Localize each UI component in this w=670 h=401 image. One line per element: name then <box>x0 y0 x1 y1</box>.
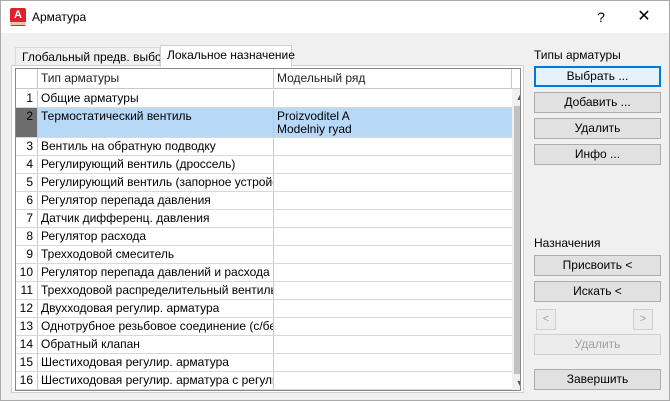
cell-model-series[interactable] <box>274 156 512 173</box>
cell-model-series[interactable] <box>274 282 512 299</box>
cell-model-series[interactable] <box>274 318 512 335</box>
cell-model-series[interactable] <box>274 90 512 107</box>
window-title: Арматура <box>32 10 87 24</box>
row-number: 8 <box>16 228 38 245</box>
row-number: 5 <box>16 174 38 191</box>
fitting-types-label: Типы арматуры <box>534 48 621 62</box>
next-arrow-button[interactable]: > <box>633 309 653 330</box>
cell-fitting-type[interactable]: Двухходовая регулир. арматура <box>38 300 274 317</box>
fittings-grid: Тип арматуры Модельный ряд 1 Общие армат… <box>15 68 521 391</box>
table-row[interactable]: 4 Регулирующий вентиль (дроссель) <box>16 156 512 174</box>
table-row[interactable]: 7 Датчик дифференц. давления <box>16 210 512 228</box>
assignments-label: Назначения <box>534 236 601 250</box>
cell-model-series[interactable] <box>274 192 512 209</box>
header-fitting-type[interactable]: Тип арматуры <box>38 69 274 89</box>
finish-button[interactable]: Завершить <box>534 369 661 390</box>
select-button[interactable]: Выбрать ... <box>534 66 661 87</box>
autocad-app-icon: A <box>10 8 26 26</box>
table-row[interactable]: 1 Общие арматуры <box>16 90 512 108</box>
title-bar: A Арматура ? ✕ <box>1 1 669 33</box>
table-row[interactable]: 5 Регулирующий вентиль (запорное устройс… <box>16 174 512 192</box>
cell-model-series[interactable] <box>274 228 512 245</box>
cell-fitting-type[interactable]: Регулятор перепада давлений и расхода <box>38 264 274 281</box>
prev-arrow-button[interactable]: < <box>536 309 556 330</box>
cell-fitting-type[interactable]: Шестиходовая регулир. арматура с регулир… <box>38 372 274 389</box>
cell-fitting-type[interactable]: Термостатический вентиль <box>38 108 274 137</box>
cell-fitting-type[interactable]: Вентиль на обратную подводку <box>38 138 274 155</box>
row-number: 11 <box>16 282 38 299</box>
table-row[interactable]: 8 Регулятор расхода <box>16 228 512 246</box>
cell-model-series[interactable]: Proizvoditel A Modelniy ryad <box>274 108 512 137</box>
cell-model-series[interactable] <box>274 138 512 155</box>
tab-panel: Тип арматуры Модельный ряд 1 Общие армат… <box>11 65 524 393</box>
cell-fitting-type[interactable]: Шестиходовая регулир. арматура <box>38 354 274 371</box>
grid-header: Тип арматуры Модельный ряд <box>16 69 520 89</box>
row-number: 6 <box>16 192 38 209</box>
vertical-scrollbar[interactable]: ▲ ▼ <box>512 89 520 390</box>
table-row[interactable]: 3 Вентиль на обратную подводку <box>16 138 512 156</box>
row-number: 2 <box>16 108 38 137</box>
model-series-name: Modelniy ryad <box>277 122 352 136</box>
cell-fitting-type[interactable]: Регулирующий вентиль (запорное устройст.… <box>38 174 274 191</box>
add-button[interactable]: Добавить ... <box>534 92 661 113</box>
scroll-thumb[interactable] <box>514 106 520 374</box>
info-button[interactable]: Инфо ... <box>534 144 661 165</box>
scroll-down-icon[interactable]: ▼ <box>512 375 520 390</box>
header-model-series[interactable]: Модельный ряд <box>274 69 512 89</box>
help-button[interactable]: ? <box>586 7 616 27</box>
row-number: 10 <box>16 264 38 281</box>
cell-model-series[interactable] <box>274 210 512 227</box>
row-number: 7 <box>16 210 38 227</box>
table-row[interactable]: 9 Трехходовой смеситель <box>16 246 512 264</box>
cell-fitting-type[interactable]: Датчик дифференц. давления <box>38 210 274 227</box>
table-row[interactable]: 12 Двухходовая регулир. арматура <box>16 300 512 318</box>
assign-button[interactable]: Присвоить < <box>534 255 661 276</box>
cell-model-series[interactable] <box>274 174 512 191</box>
cell-model-series[interactable] <box>274 372 512 389</box>
table-row[interactable]: 10 Регулятор перепада давлений и расхода <box>16 264 512 282</box>
tab-local-assignment[interactable]: Локальное назначение <box>160 45 295 67</box>
table-row[interactable]: 16 Шестиходовая регулир. арматура с регу… <box>16 372 512 390</box>
delete-assignment-button[interactable]: Удалить <box>534 334 661 355</box>
row-number: 15 <box>16 354 38 371</box>
cell-model-series[interactable] <box>274 246 512 263</box>
cell-model-series[interactable] <box>274 354 512 371</box>
cell-fitting-type[interactable]: Трехходовой смеситель <box>38 246 274 263</box>
tab-global-preselection[interactable]: Глобальный предв. выбор <box>15 47 168 66</box>
cell-fitting-type[interactable]: Общие арматуры <box>38 90 274 107</box>
cell-fitting-type[interactable]: Регулирующий вентиль (дроссель) <box>38 156 274 173</box>
close-button[interactable]: ✕ <box>629 7 659 27</box>
header-rownum <box>16 69 38 89</box>
dialog-window: A Арматура ? ✕ Глобальный предв. выбор Л… <box>0 0 670 401</box>
cell-fitting-type[interactable]: Однотрубное резьбовое соединение (с/без … <box>38 318 274 335</box>
table-row[interactable]: 6 Регулятор перепада давления <box>16 192 512 210</box>
cell-fitting-type[interactable]: Регулятор расхода <box>38 228 274 245</box>
table-row[interactable]: 14 Обратный клапан <box>16 336 512 354</box>
table-row[interactable]: 13 Однотрубное резьбовое соединение (с/б… <box>16 318 512 336</box>
row-number: 3 <box>16 138 38 155</box>
table-row[interactable]: 11 Трехходовой распределительный вентиль <box>16 282 512 300</box>
delete-type-button[interactable]: Удалить <box>534 118 661 139</box>
cell-fitting-type[interactable]: Трехходовой распределительный вентиль <box>38 282 274 299</box>
search-button[interactable]: Искать < <box>534 281 661 302</box>
table-row-selected[interactable]: 2 Термостатический вентиль Proizvoditel … <box>16 108 512 138</box>
row-number: 4 <box>16 156 38 173</box>
table-row[interactable]: 15 Шестиходовая регулир. арматура <box>16 354 512 372</box>
row-number: 12 <box>16 300 38 317</box>
cell-fitting-type[interactable]: Регулятор перепада давления <box>38 192 274 209</box>
row-number: 13 <box>16 318 38 335</box>
row-number: 1 <box>16 90 38 107</box>
row-number: 16 <box>16 372 38 389</box>
cell-model-series[interactable] <box>274 300 512 317</box>
cell-model-series[interactable] <box>274 264 512 281</box>
scroll-up-icon[interactable]: ▲ <box>512 89 520 105</box>
row-number: 14 <box>16 336 38 353</box>
cell-model-series[interactable] <box>274 336 512 353</box>
row-number: 9 <box>16 246 38 263</box>
cell-fitting-type[interactable]: Обратный клапан <box>38 336 274 353</box>
